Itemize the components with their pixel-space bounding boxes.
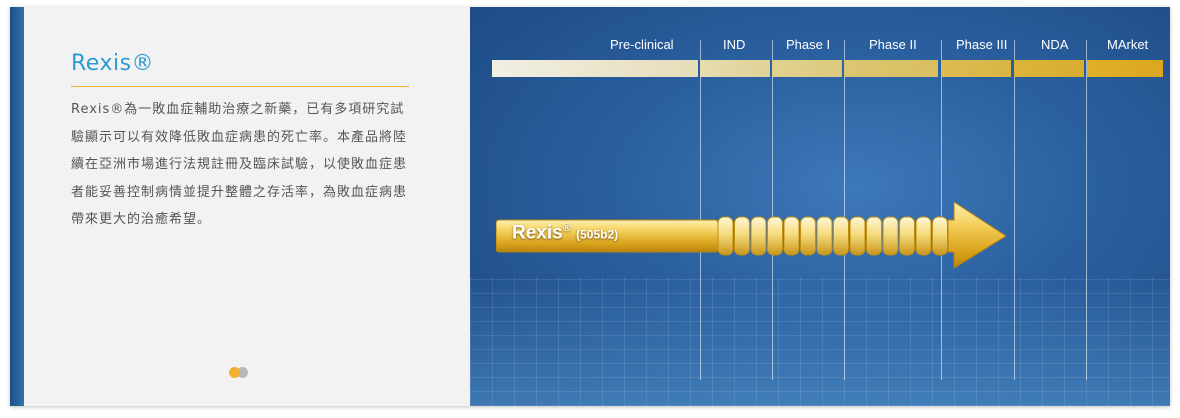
phase-segment-phase-2 — [844, 60, 938, 77]
phase-segment-nda — [1014, 60, 1084, 77]
phase-label-phase-1: Phase I — [786, 37, 831, 52]
phase-segment-phase-1 — [772, 60, 842, 77]
phase-progress-bar — [492, 60, 1163, 77]
arrow-head — [947, 201, 1006, 269]
arrow-ring — [750, 216, 767, 256]
product-slide: Rexis® Rexis®為一敗血症輔助治療之新藥，已有多項研究試驗顯示可以有效… — [10, 7, 1170, 406]
arrow-ring — [734, 216, 750, 256]
arrow-ring — [717, 216, 734, 256]
arrow-ring — [783, 216, 800, 256]
arrow-ring — [767, 216, 783, 256]
phase-segment-market — [1087, 60, 1163, 77]
slide-pager — [229, 367, 259, 378]
phase-label-phase-2: Phase II — [869, 37, 917, 52]
pipeline-graphic: Pre-clinical IND Phase I Phase II Phase … — [470, 7, 1170, 406]
arrow-ring — [849, 216, 866, 256]
pager-dot-1[interactable] — [229, 367, 240, 378]
phase-label-nda: NDA — [1041, 37, 1069, 52]
product-name: Rexis — [71, 51, 132, 76]
registered-mark: ® — [131, 51, 155, 76]
phase-segment-ind — [700, 60, 770, 77]
phase-divider — [1086, 40, 1087, 380]
arrow-ring — [899, 216, 915, 256]
product-description: Rexis®為一敗血症輔助治療之新藥，已有多項研究試驗顯示可以有效降低敗血症病患… — [71, 102, 408, 227]
left-edge-stripe — [10, 7, 24, 406]
phase-segment-preclinical — [492, 60, 698, 77]
arrow-ring-segments — [717, 216, 948, 256]
phase-labels: Pre-clinical IND Phase I Phase II Phase … — [470, 37, 1170, 57]
arrow-ring — [816, 216, 833, 256]
phase-label-market: MArket — [1107, 37, 1149, 52]
phase-segment-phase-3 — [941, 60, 1011, 77]
title-divider — [71, 86, 409, 87]
phase-divider — [1014, 40, 1015, 380]
drug-registered-mark: ® — [562, 222, 571, 234]
arrow-ring — [866, 216, 882, 256]
product-title: Rexis® — [71, 51, 154, 76]
phase-label-preclinical: Pre-clinical — [610, 37, 674, 52]
phase-label-ind: IND — [723, 37, 746, 52]
arrow-ring — [915, 216, 932, 256]
drug-code: (505b2) — [576, 227, 619, 242]
arrow-ring — [932, 216, 948, 256]
drug-name: Rexis — [512, 222, 563, 244]
product-info-panel: Rexis® Rexis®為一敗血症輔助治療之新藥，已有多項研究試驗顯示可以有效… — [24, 7, 470, 406]
drug-label: Rexis® (505b2) — [512, 222, 618, 244]
phase-label-phase-3: Phase III — [956, 37, 1008, 52]
perspective-grid — [470, 277, 1170, 406]
arrow-ring — [882, 216, 899, 256]
arrow-ring — [833, 216, 849, 256]
arrow-ring — [800, 216, 816, 256]
